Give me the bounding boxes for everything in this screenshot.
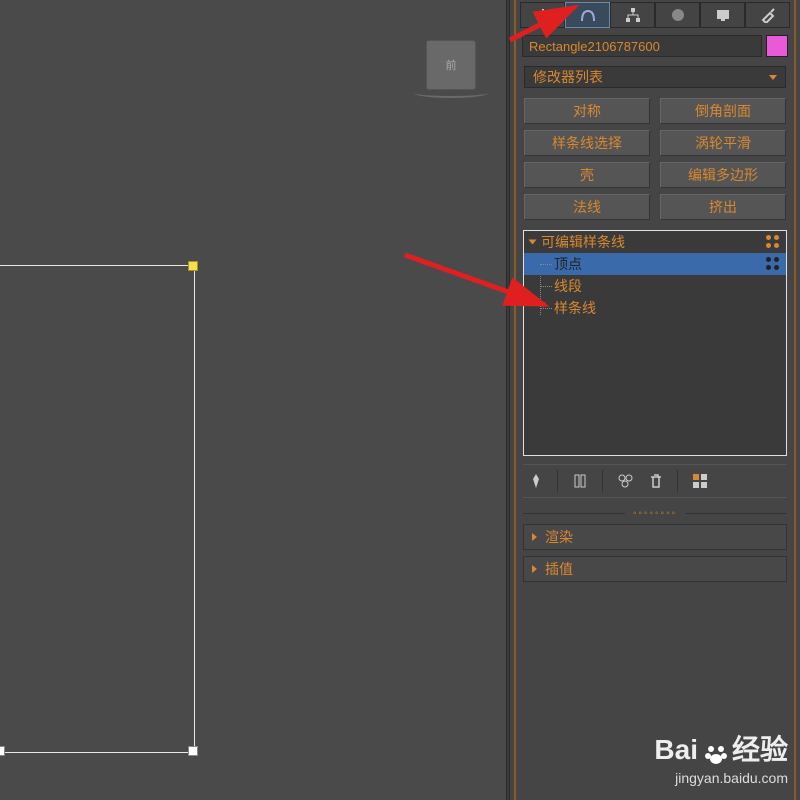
stack-root-label: 可编辑样条线 — [541, 232, 625, 252]
show-end-result-icon[interactable] — [572, 473, 588, 489]
rollout-render[interactable]: 渲染 — [523, 524, 787, 550]
stack-sub-label: 线段 — [554, 276, 582, 296]
mod-btn-extrude[interactable]: 挤出 — [660, 194, 786, 220]
stack-sub-label: 顶点 — [554, 254, 582, 274]
tab-motion[interactable] — [655, 2, 700, 28]
rollout-label: 渲染 — [545, 527, 573, 547]
pin-stack-icon[interactable] — [529, 473, 543, 489]
watermark-url: jingyan.baidu.com — [654, 770, 788, 786]
command-panel: Rectangle2106787600 修改器列表 对称 倒角剖面 样条线选择 … — [509, 0, 800, 800]
modifier-list-dropdown[interactable]: 修改器列表 — [524, 66, 786, 88]
chevron-down-icon — [769, 75, 777, 80]
viewcube-base — [414, 88, 488, 98]
stack-sub-vertex[interactable]: 顶点 — [524, 253, 786, 275]
remove-modifier-icon[interactable] — [649, 473, 663, 489]
tab-utilities[interactable] — [745, 2, 790, 28]
object-name-field[interactable]: Rectangle2106787600 — [522, 35, 762, 57]
separator — [602, 470, 603, 492]
brand-text: Bai — [654, 734, 698, 766]
stack-root-editable-spline[interactable]: 可编辑样条线 — [524, 231, 786, 253]
configure-modifier-sets-icon[interactable] — [692, 473, 708, 489]
separator — [677, 470, 678, 492]
separator — [557, 470, 558, 492]
stack-sub-label: 样条线 — [554, 298, 596, 318]
watermark: Bai 经验 jingyan.baidu.com — [654, 728, 788, 786]
viewport[interactable]: 前 — [0, 0, 507, 800]
stack-sub-segment[interactable]: 线段 — [524, 275, 786, 297]
selected-rectangle[interactable] — [0, 265, 195, 753]
stack-toolbar — [523, 464, 787, 498]
mod-btn-symmetry[interactable]: 对称 — [524, 98, 650, 124]
mod-btn-spline-select[interactable]: 样条线选择 — [524, 130, 650, 156]
mod-btn-turbosmooth[interactable]: 涡轮平滑 — [660, 130, 786, 156]
object-color-swatch[interactable] — [766, 35, 788, 57]
rollout-label: 插值 — [545, 559, 573, 579]
vertex-handle[interactable] — [0, 746, 5, 756]
tab-hierarchy[interactable] — [610, 2, 655, 28]
subobject-icon — [766, 257, 780, 271]
modifier-list-label: 修改器列表 — [533, 67, 603, 87]
rollout-interpolation[interactable]: 插值 — [523, 556, 787, 582]
tree-connector — [540, 286, 552, 287]
vertex-handle[interactable] — [188, 746, 198, 756]
expand-icon — [532, 565, 537, 573]
mod-btn-normal[interactable]: 法线 — [524, 194, 650, 220]
tab-create[interactable] — [520, 2, 565, 28]
tree-connector — [540, 308, 552, 309]
tab-display[interactable] — [700, 2, 745, 28]
divider: ◦◦◦◦◦◦◦◦ — [523, 508, 787, 518]
subobject-icon — [766, 235, 780, 249]
brand-text: 经验 — [732, 728, 788, 768]
paw-icon — [704, 734, 728, 766]
expand-icon — [532, 533, 537, 541]
tab-modify[interactable] — [565, 2, 610, 28]
expand-icon — [529, 240, 537, 245]
modifier-stack[interactable]: 可编辑样条线 顶点 线段 样条线 — [523, 230, 787, 456]
viewcube[interactable]: 前 — [426, 40, 476, 90]
mod-btn-shell[interactable]: 壳 — [524, 162, 650, 188]
viewcube-label: 前 — [446, 57, 457, 73]
stack-sub-spline[interactable]: 样条线 — [524, 297, 786, 319]
mod-btn-bevel-profile[interactable]: 倒角剖面 — [660, 98, 786, 124]
panel-tabs — [516, 0, 794, 30]
mod-btn-edit-poly[interactable]: 编辑多边形 — [660, 162, 786, 188]
modifier-buttons: 对称 倒角剖面 样条线选择 涡轮平滑 壳 编辑多边形 法线 挤出 — [516, 92, 794, 224]
vertex-handle[interactable] — [188, 261, 198, 271]
make-unique-icon[interactable] — [617, 473, 635, 489]
tree-connector — [540, 264, 552, 265]
